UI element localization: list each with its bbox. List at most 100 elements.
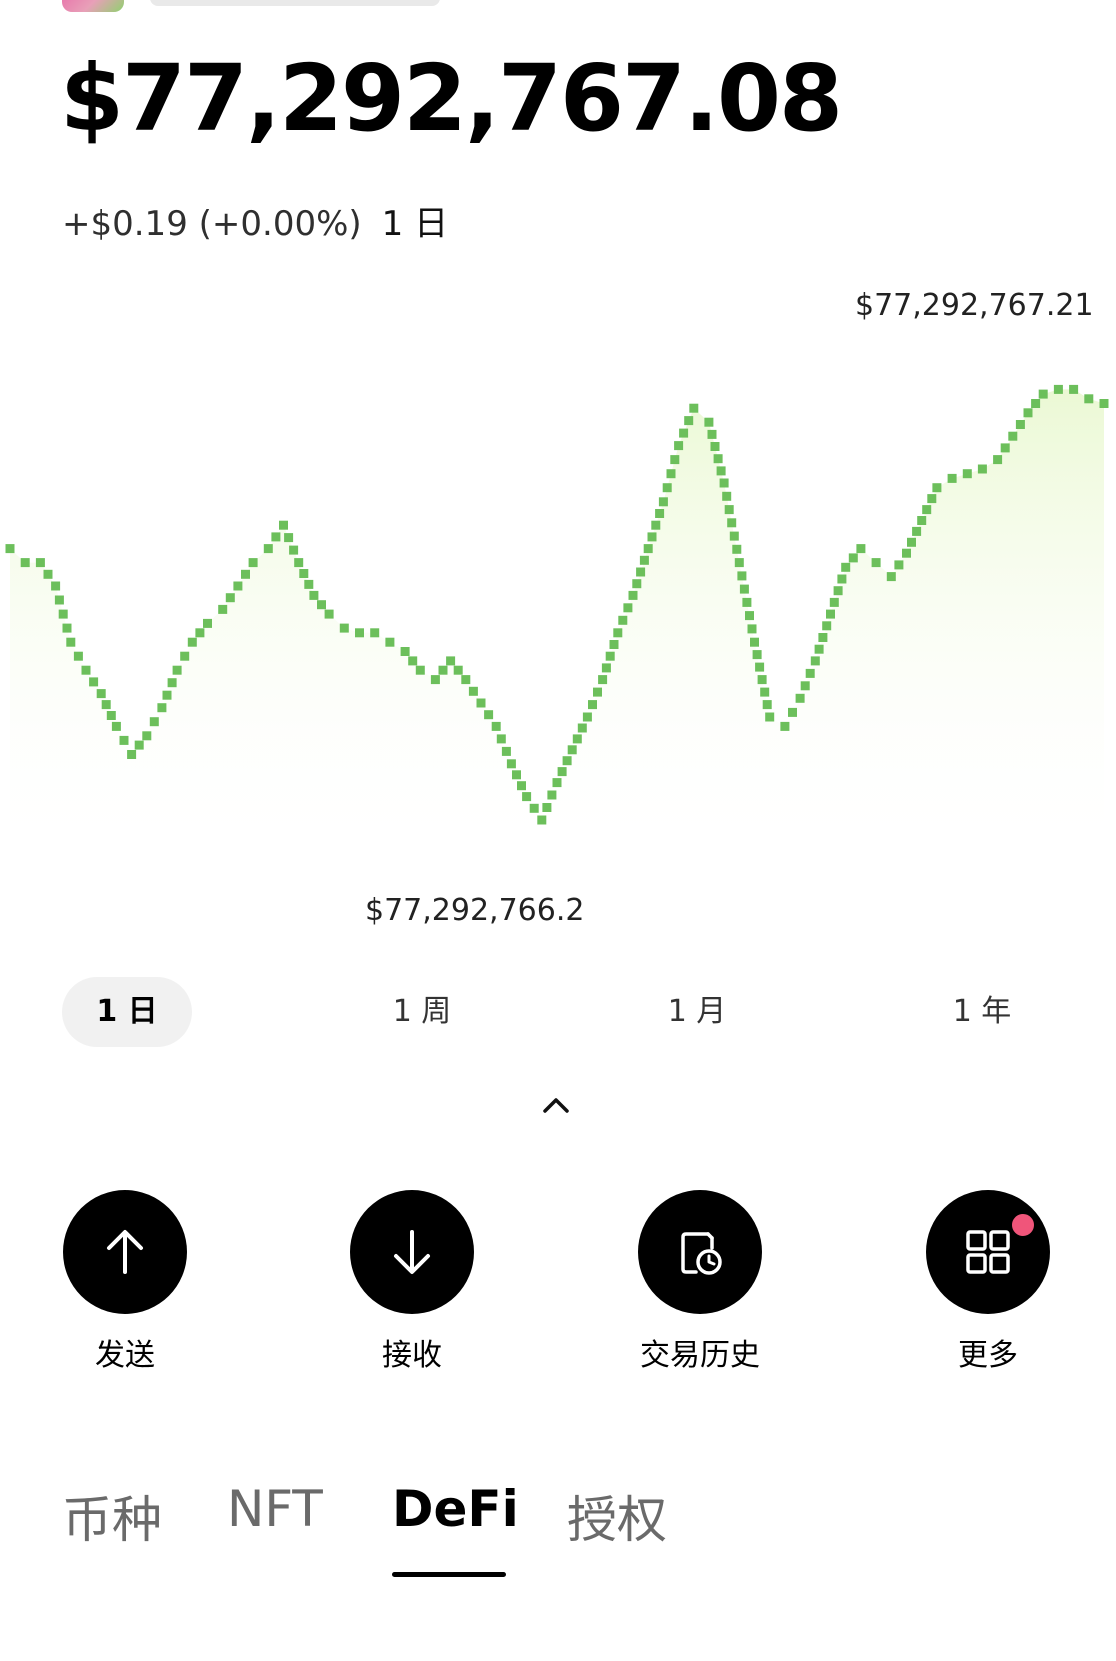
history-label: 交易历史 bbox=[640, 1338, 760, 1373]
chart-point bbox=[993, 455, 1003, 465]
chart-point bbox=[385, 637, 395, 647]
chart-line-segment bbox=[666, 469, 676, 479]
chart-line-segment bbox=[837, 574, 847, 584]
wallet-name-cropped bbox=[150, 0, 440, 6]
chart-line-segment bbox=[547, 790, 557, 800]
tab-tokens[interactable]: 币种 bbox=[62, 1480, 162, 1552]
chart-point bbox=[795, 693, 805, 703]
chart-point bbox=[628, 590, 638, 600]
chart-point bbox=[476, 698, 486, 708]
tab-nft[interactable]: NFT bbox=[227, 1480, 323, 1538]
chart-point bbox=[248, 558, 258, 568]
chart-line-segment bbox=[517, 781, 526, 791]
chart-line-segment bbox=[408, 656, 418, 666]
balance-chart[interactable] bbox=[0, 280, 1116, 920]
chart-line-segment bbox=[800, 681, 810, 691]
chart-line-segment bbox=[710, 442, 720, 451]
chart-line-segment bbox=[636, 567, 646, 577]
chart-point bbox=[871, 558, 881, 568]
chart-point bbox=[613, 628, 623, 638]
chart-point bbox=[567, 745, 577, 755]
chart-line-segment bbox=[739, 584, 749, 594]
chart-point bbox=[446, 656, 456, 666]
chart-line-segment bbox=[822, 621, 832, 631]
chart-line-segment bbox=[271, 532, 281, 542]
chart-line-segment bbox=[593, 687, 602, 697]
chart-point bbox=[902, 548, 911, 558]
range-tab-1d[interactable]: 1 日 bbox=[62, 977, 192, 1047]
chart-point bbox=[370, 628, 380, 638]
chart-point bbox=[1069, 384, 1079, 394]
history-button-circle[interactable] bbox=[638, 1190, 762, 1314]
receive-button[interactable]: 接收 bbox=[322, 1190, 502, 1374]
chart-line-segment bbox=[289, 545, 299, 555]
range-tab-1m[interactable]: 1 月 bbox=[637, 977, 757, 1047]
chart-line-segment bbox=[317, 600, 326, 610]
receive-button-circle[interactable] bbox=[350, 1190, 474, 1314]
chart-line-segment bbox=[894, 560, 904, 570]
chart-point bbox=[218, 604, 228, 614]
range-tab-1y[interactable]: 1 年 bbox=[922, 977, 1042, 1047]
chevron-up-icon[interactable] bbox=[541, 1094, 571, 1116]
chart-point bbox=[841, 562, 851, 572]
chart-line-segment bbox=[732, 544, 742, 554]
chart-line-segment bbox=[833, 586, 843, 596]
chart-line-segment bbox=[745, 611, 754, 621]
chart-point bbox=[537, 815, 547, 825]
chart-line-segment bbox=[241, 569, 250, 579]
chart-point bbox=[324, 609, 334, 619]
chart-line-segment bbox=[304, 579, 314, 589]
chart-line-segment bbox=[912, 526, 922, 536]
more-button[interactable]: 更多 bbox=[898, 1190, 1078, 1374]
send-button[interactable]: 发送 bbox=[35, 1190, 215, 1374]
chart-line-segment bbox=[713, 454, 723, 464]
history-button[interactable]: 交易历史 bbox=[610, 1190, 790, 1374]
chart-line-segment bbox=[639, 555, 649, 565]
balance-change-row: +$0.19 (+0.00%) 1 日 bbox=[62, 196, 448, 245]
chart-line-segment bbox=[1000, 443, 1010, 453]
chart-line-segment bbox=[1015, 420, 1025, 429]
chart-line-segment bbox=[73, 651, 83, 661]
chart-line-segment bbox=[1031, 399, 1041, 408]
history-icon bbox=[681, 1232, 722, 1275]
chart-line-segment bbox=[119, 735, 129, 745]
chart-point bbox=[355, 628, 364, 638]
chart-line-segment bbox=[195, 628, 205, 638]
chart-point bbox=[157, 703, 167, 713]
chart-point bbox=[856, 544, 866, 554]
tab-defi[interactable]: DeFi bbox=[392, 1480, 519, 1538]
chart-point bbox=[1038, 389, 1048, 399]
balance-change: +$0.19 (+0.00%) bbox=[62, 204, 362, 244]
chart-line-segment bbox=[609, 640, 619, 649]
chart-line-segment bbox=[62, 623, 72, 633]
chart-line-segment bbox=[134, 740, 144, 750]
chart-line-segment bbox=[484, 710, 494, 720]
chart-point bbox=[172, 665, 182, 675]
range-tab-1w[interactable]: 1 周 bbox=[362, 977, 482, 1047]
chart-line-segment bbox=[43, 569, 53, 579]
chart-point bbox=[309, 590, 319, 600]
total-balance: $77,292,767.08 bbox=[60, 45, 843, 152]
chart-line-segment bbox=[577, 723, 587, 733]
chart-line-segment bbox=[632, 579, 642, 589]
time-range-tabs: 1 日 1 周 1 月 1 年 bbox=[62, 977, 1062, 1047]
send-button-circle[interactable] bbox=[63, 1190, 187, 1314]
chart-point bbox=[187, 637, 197, 647]
chart-line-segment bbox=[101, 700, 111, 710]
more-button-circle[interactable] bbox=[926, 1190, 1050, 1314]
wallet-avatar[interactable] bbox=[62, 0, 124, 12]
chart-point bbox=[430, 675, 440, 685]
chart-line-segment bbox=[848, 553, 858, 563]
chart-point bbox=[1084, 394, 1094, 404]
chart-point bbox=[127, 750, 137, 759]
chart-line-segment bbox=[601, 663, 611, 673]
chart-line-segment bbox=[679, 428, 689, 438]
chart-line-segment bbox=[529, 803, 539, 813]
chart-line-segment bbox=[762, 700, 772, 710]
chart-line-segment bbox=[716, 466, 726, 476]
chart-point bbox=[1008, 431, 1018, 441]
chart-point bbox=[810, 656, 820, 666]
chart-point bbox=[734, 558, 744, 568]
chart-line-segment bbox=[496, 734, 506, 744]
tab-approvals[interactable]: 授权 bbox=[567, 1480, 667, 1552]
